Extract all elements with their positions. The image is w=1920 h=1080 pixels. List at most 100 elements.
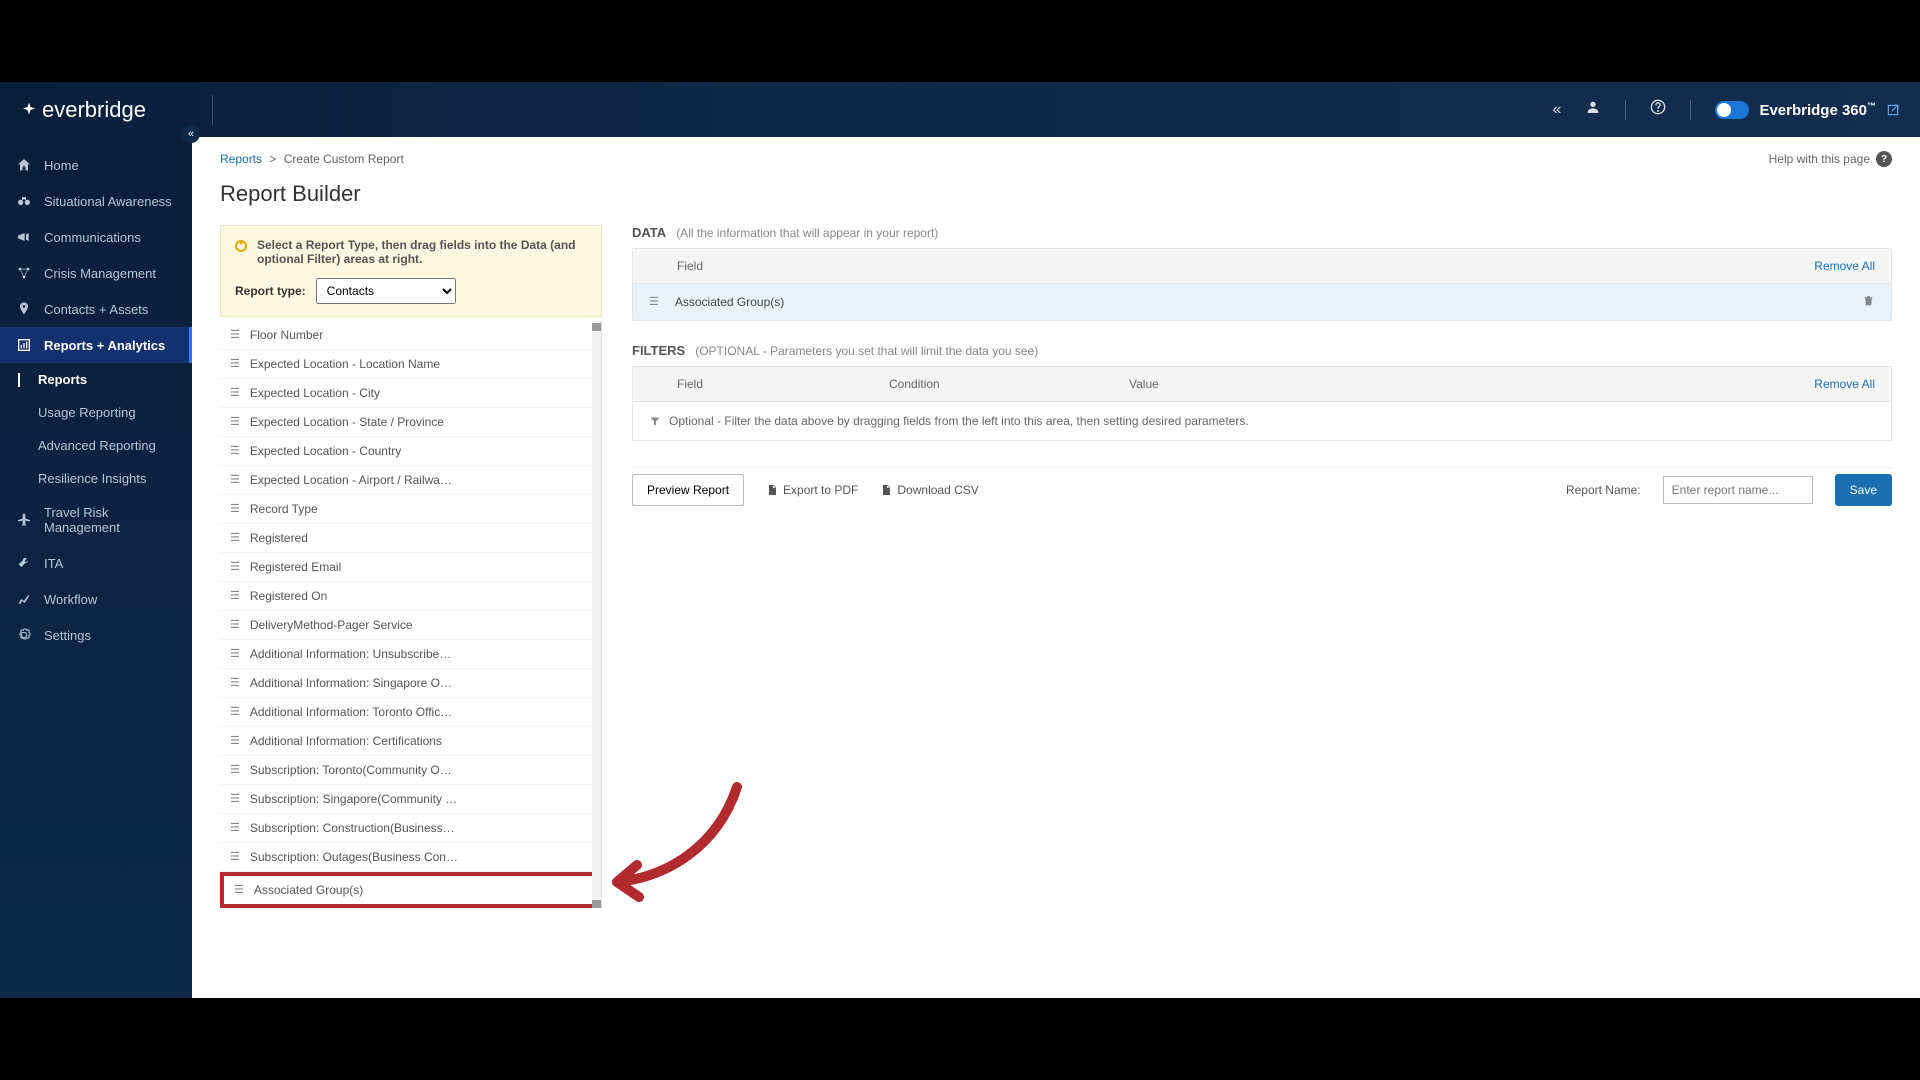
report-type-label: Report type: bbox=[235, 284, 306, 298]
drag-handle-icon: ☰ bbox=[234, 885, 244, 896]
field-item[interactable]: ☰Expected Location - City bbox=[220, 379, 601, 408]
sidebar-item-crisis[interactable]: Crisis Management bbox=[0, 255, 192, 291]
download-csv-link[interactable]: Download CSV bbox=[880, 483, 978, 497]
sidebar-item-workflow[interactable]: Workflow bbox=[0, 581, 192, 617]
sidebar: « Home Situational Awareness Communicati… bbox=[0, 137, 192, 998]
drag-handle-icon: ☰ bbox=[230, 823, 240, 834]
field-item-label: Subscription: Outages(Business Con… bbox=[250, 850, 458, 864]
field-item-label: DeliveryMethod-Pager Service bbox=[250, 618, 413, 632]
sidebar-item-contacts[interactable]: Contacts + Assets bbox=[0, 291, 192, 327]
report-name-input[interactable] bbox=[1663, 476, 1813, 504]
sidebar-item-situational[interactable]: Situational Awareness bbox=[0, 183, 192, 219]
field-item[interactable]: ☰Expected Location - Location Name bbox=[220, 350, 601, 379]
data-section-title: DATA bbox=[632, 225, 666, 240]
report-config-panel: DATA (All the information that will appe… bbox=[632, 225, 1892, 908]
export-pdf-link[interactable]: Export to PDF bbox=[766, 483, 858, 497]
field-item[interactable]: ☰Floor Number bbox=[220, 321, 601, 350]
preview-report-button[interactable]: Preview Report bbox=[632, 474, 744, 506]
delete-row-icon[interactable] bbox=[1862, 294, 1875, 310]
filters-drop-zone[interactable]: Optional - Filter the data above by drag… bbox=[633, 401, 1891, 440]
field-item[interactable]: ☰ Subscription: Construction(Business… bbox=[220, 814, 601, 843]
drag-handle-icon[interactable]: ☰ bbox=[649, 297, 659, 308]
sidebar-item-travel[interactable]: Travel Risk Management bbox=[0, 495, 192, 545]
filters-col-condition: Condition bbox=[889, 377, 1129, 391]
drag-handle-icon: ☰ bbox=[230, 562, 240, 573]
help-with-page[interactable]: Help with this page ? bbox=[1769, 151, 1892, 167]
field-item[interactable]: ☰Additional Information: Certifications bbox=[220, 727, 601, 756]
field-item[interactable]: ☰ Additional Information: Toronto Offic… bbox=[220, 698, 601, 727]
drag-handle-icon: ☰ bbox=[230, 794, 240, 805]
sidebar-item-home[interactable]: Home bbox=[0, 147, 192, 183]
info-bullet-icon bbox=[235, 240, 247, 252]
field-item[interactable]: ☰Subscription: Toronto(Community O… bbox=[220, 756, 601, 785]
field-item-label: Registered Email bbox=[250, 560, 341, 574]
field-item[interactable]: ☰ Registered On bbox=[220, 582, 601, 611]
network-icon bbox=[16, 265, 32, 281]
help-question-icon: ? bbox=[1876, 151, 1892, 167]
drag-handle-icon: ☰ bbox=[230, 852, 240, 863]
drag-handle-icon: ☰ bbox=[230, 330, 240, 341]
sidebar-item-ita[interactable]: ITA bbox=[0, 545, 192, 581]
breadcrumb-root[interactable]: Reports bbox=[220, 152, 262, 166]
page-title: Report Builder bbox=[220, 181, 1892, 207]
field-item[interactable]: ☰ Registered Email bbox=[220, 553, 601, 582]
field-item[interactable]: ☰Expected Location - Country bbox=[220, 437, 601, 466]
help-icon[interactable] bbox=[1650, 99, 1666, 120]
save-button[interactable]: Save bbox=[1835, 474, 1892, 506]
drag-handle-icon: ☰ bbox=[230, 736, 240, 747]
megaphone-icon bbox=[16, 229, 32, 245]
drag-handle-icon: ☰ bbox=[230, 765, 240, 776]
logo: everbridge bbox=[20, 97, 146, 123]
external-icon bbox=[1886, 103, 1900, 117]
sidebar-item-label: Communications bbox=[44, 230, 141, 245]
field-item[interactable]: ☰ Subscription: Outages(Business Con… bbox=[220, 843, 601, 872]
sidebar-collapse-chevron[interactable]: « bbox=[182, 125, 200, 143]
sidebar-item-settings[interactable]: Settings bbox=[0, 617, 192, 653]
sidebar-item-reports[interactable]: Reports + Analytics bbox=[0, 327, 192, 363]
report-icon bbox=[16, 337, 32, 353]
drag-handle-icon: ☰ bbox=[230, 359, 240, 370]
sidebar-sub-advanced[interactable]: Advanced Reporting bbox=[0, 429, 192, 462]
filter-icon bbox=[649, 415, 661, 427]
field-item[interactable]: ☰Registered bbox=[220, 524, 601, 553]
chart-icon bbox=[16, 591, 32, 607]
field-item[interactable]: ☰Associated Group(s) bbox=[220, 872, 601, 908]
brand-toggle[interactable] bbox=[1715, 101, 1749, 119]
drag-handle-icon: ☰ bbox=[230, 417, 240, 428]
drag-handle-icon: ☰ bbox=[230, 649, 240, 660]
drag-handle-icon: ☰ bbox=[230, 475, 240, 486]
sidebar-sub-reports[interactable]: Reports bbox=[0, 363, 192, 396]
field-item-label: Registered On bbox=[250, 589, 327, 603]
field-item[interactable]: ☰Additional Information: Unsubscribe… bbox=[220, 640, 601, 669]
field-item[interactable]: ☰DeliveryMethod-Pager Service bbox=[220, 611, 601, 640]
field-item[interactable]: ☰Additional Information: Singapore O… bbox=[220, 669, 601, 698]
field-item-label: Additional Information: Toronto Offic… bbox=[250, 705, 452, 719]
field-item[interactable]: ☰Expected Location - State / Province bbox=[220, 408, 601, 437]
data-remove-all[interactable]: Remove All bbox=[1814, 259, 1875, 273]
fields-scrollbar[interactable] bbox=[592, 321, 601, 908]
field-item-label: Registered bbox=[250, 531, 308, 545]
field-item[interactable]: ☰ Expected Location - Airport / Railwa… bbox=[220, 466, 601, 495]
sidebar-item-label: Crisis Management bbox=[44, 266, 156, 281]
drag-handle-icon: ☰ bbox=[230, 591, 240, 602]
sidebar-item-label: Contacts + Assets bbox=[44, 302, 148, 317]
field-item[interactable]: ☰Record Type bbox=[220, 495, 601, 524]
data-row[interactable]: ☰ Associated Group(s) bbox=[633, 283, 1891, 320]
sidebar-item-label: Settings bbox=[44, 628, 91, 643]
field-item[interactable]: ☰Subscription: Singapore(Community … bbox=[220, 785, 601, 814]
field-item-label: Expected Location - Airport / Railwa… bbox=[250, 473, 452, 487]
sidebar-item-communications[interactable]: Communications bbox=[0, 219, 192, 255]
binoculars-icon bbox=[16, 193, 32, 209]
pin-icon bbox=[16, 301, 32, 317]
collapse-sidebar-icon[interactable]: « bbox=[1553, 101, 1562, 119]
field-item-label: Subscription: Construction(Business… bbox=[250, 821, 455, 835]
drag-handle-icon: ☰ bbox=[230, 504, 240, 515]
user-icon[interactable] bbox=[1585, 99, 1601, 120]
sidebar-sub-resilience[interactable]: Resilience Insights bbox=[0, 462, 192, 495]
filters-remove-all[interactable]: Remove All bbox=[1814, 377, 1875, 391]
sidebar-sub-usage[interactable]: Usage Reporting bbox=[0, 396, 192, 429]
drag-handle-icon: ☰ bbox=[230, 707, 240, 718]
report-type-select[interactable]: Contacts bbox=[316, 278, 456, 304]
main-content: Reports > Create Custom Report Help with… bbox=[192, 137, 1920, 998]
breadcrumb: Reports > Create Custom Report Help with… bbox=[220, 151, 1892, 167]
